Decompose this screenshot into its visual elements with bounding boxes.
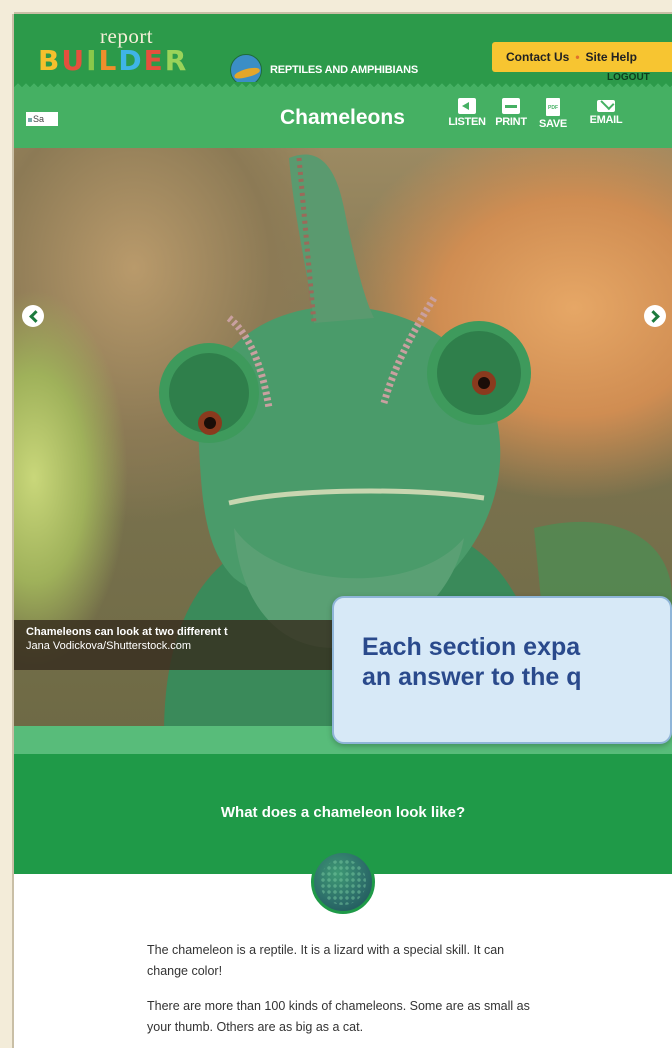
header-divider (14, 82, 672, 90)
topic-label: REPTILES AND AMPHIBIANS (270, 64, 418, 76)
email-label: EMAIL (589, 114, 623, 126)
callout-line-2: an answer to the q (362, 663, 582, 691)
callout-line-1: Each section expa (362, 633, 581, 661)
listen-label: LISTEN (448, 116, 486, 128)
search-input[interactable]: Sa (26, 112, 58, 126)
caption-text: Chameleons can look at two different t (26, 626, 228, 638)
email-button[interactable]: EMAIL (576, 96, 636, 140)
caption-credit: Jana Vodickova/Shutterstock.com (26, 640, 192, 652)
listen-button[interactable]: LISTEN (448, 96, 486, 140)
image-caption: Chameleons can look at two different t J… (14, 620, 344, 670)
search-icon (28, 117, 32, 122)
print-button[interactable]: PRINT (492, 96, 530, 140)
print-label: PRINT (495, 116, 527, 128)
body-paragraph: The chameleon is a reptile. It is a liza… (147, 943, 505, 978)
separator-dot: • (575, 50, 580, 64)
top-header: report BUILDER REPTILES AND AMPHIBIANS C… (14, 14, 672, 86)
body-paragraph: There are more than 100 kinds of chamele… (147, 999, 530, 1034)
page-title: Chameleons (280, 106, 405, 129)
save-button[interactable]: SAVE (534, 96, 572, 140)
title-bar: Sa Chameleons LISTEN PRINT SAVE EMAIL (14, 90, 672, 148)
report-builder-logo[interactable]: report BUILDER (28, 24, 188, 78)
speaker-icon (458, 98, 476, 114)
section-badge-icon (311, 850, 375, 914)
tutorial-callout: Each section expa an answer to the q (332, 596, 672, 744)
logo-big-text: BUILDER (38, 44, 189, 77)
printer-icon (502, 98, 520, 114)
section-body: The chameleon is a reptile. It is a liza… (147, 940, 547, 1048)
utility-bar: Contact Us • Site Help (492, 42, 672, 72)
envelope-icon (597, 100, 615, 112)
save-label: SAVE (539, 118, 567, 130)
pdf-icon (546, 98, 560, 116)
site-help-link[interactable]: Site Help (586, 50, 637, 64)
search-value: Sa (33, 114, 45, 124)
app-frame: report BUILDER REPTILES AND AMPHIBIANS C… (14, 14, 672, 1048)
next-image-arrow[interactable] (644, 305, 666, 327)
contact-us-link[interactable]: Contact Us (506, 50, 569, 64)
previous-image-arrow[interactable] (22, 305, 44, 327)
section-question: What does a chameleon look like? (220, 804, 466, 821)
